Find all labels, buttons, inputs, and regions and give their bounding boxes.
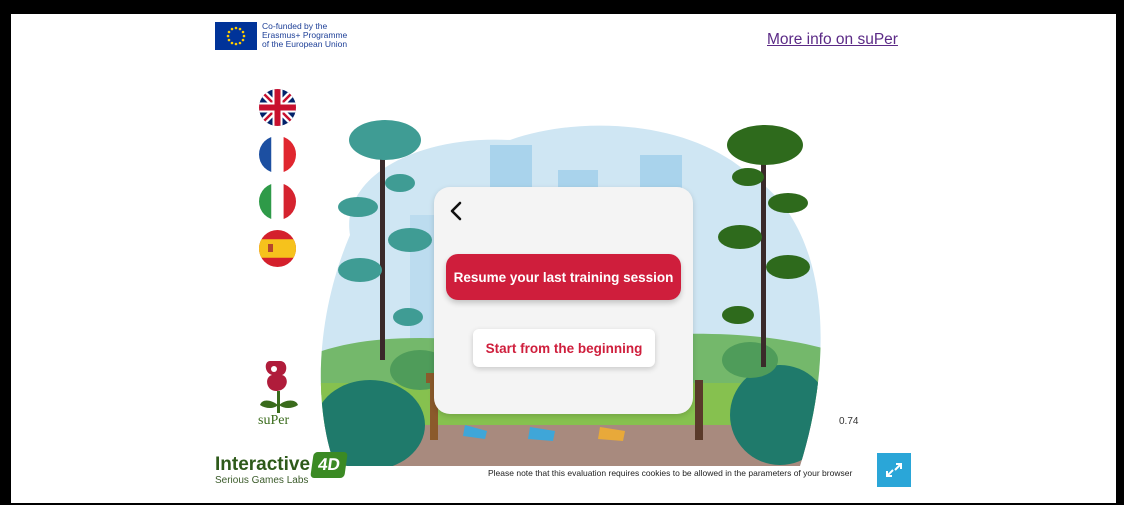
fullscreen-button[interactable] xyxy=(877,453,911,487)
language-italian-button[interactable] xyxy=(259,183,296,220)
eu-cofunded-logo: Co-funded by the Erasmus+ Programme of t… xyxy=(215,22,347,50)
language-english-button[interactable] xyxy=(259,89,296,126)
more-info-link[interactable]: More info on suPer xyxy=(767,31,898,49)
session-dialog: Resume your last training session Start … xyxy=(434,187,693,414)
version-label: 0.74 xyxy=(839,416,859,427)
eu-text-line-3: of the European Union xyxy=(262,39,348,49)
spain-flag-icon xyxy=(259,230,296,267)
brand-main-text: Interactive xyxy=(215,454,311,475)
rose-logo-icon xyxy=(260,361,298,413)
super-logo-text: suPer xyxy=(258,413,290,428)
window-border xyxy=(1116,0,1124,505)
italy-flag-icon xyxy=(259,183,296,220)
interactive4d-logo: Interactive 4D Serious Games Labs xyxy=(215,452,348,486)
brand-badge: 4D xyxy=(310,452,348,478)
resume-session-button[interactable]: Resume your last training session xyxy=(446,254,681,300)
cookie-notice: Please note that this evaluation require… xyxy=(488,468,853,478)
language-spanish-button[interactable] xyxy=(259,230,296,267)
start-from-beginning-button[interactable]: Start from the beginning xyxy=(473,329,655,367)
chevron-left-icon xyxy=(450,201,462,221)
uk-flag-icon xyxy=(259,89,296,126)
eu-cofunded-text: Co-funded by the Erasmus+ Programme of t… xyxy=(262,22,347,49)
back-button[interactable] xyxy=(446,199,468,223)
brand-subtitle: Serious Games Labs xyxy=(215,475,309,486)
language-french-button[interactable] xyxy=(259,136,296,173)
eu-flag-icon xyxy=(215,22,257,50)
expand-icon xyxy=(886,463,902,477)
france-flag-icon xyxy=(259,136,296,173)
